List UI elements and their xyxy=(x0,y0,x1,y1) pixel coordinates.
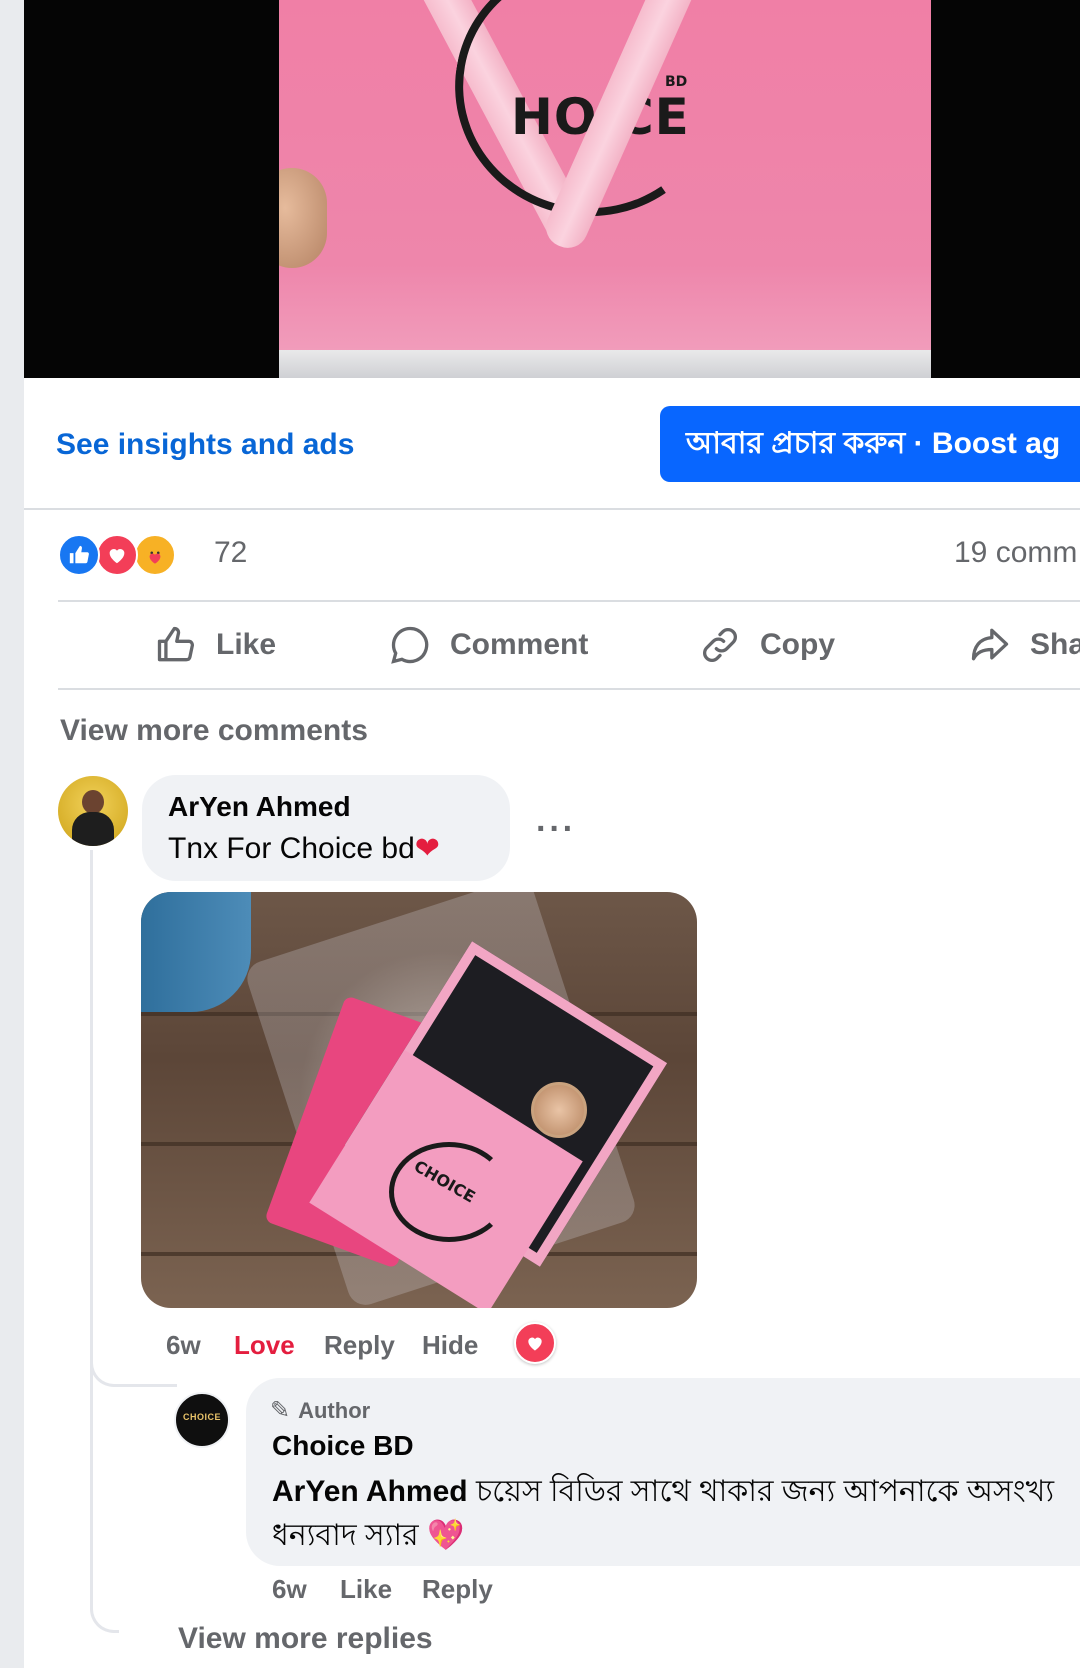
comment-author[interactable]: ArYen Ahmed xyxy=(168,791,351,823)
reply-reply-button[interactable]: Reply xyxy=(422,1574,493,1605)
thread-branch xyxy=(90,1340,177,1387)
thumbs-up-icon xyxy=(157,626,195,662)
like-icon xyxy=(58,534,100,576)
copy-button[interactable]: Copy xyxy=(698,622,835,668)
comment-bubble-icon xyxy=(391,626,429,664)
comment-text-body: Tnx For Choice bd xyxy=(168,832,415,865)
reactions-summary[interactable]: 72 19 comm xyxy=(58,530,1080,580)
reply-text: ArYen Ahmed চয়েস বিডির সাথে থাকার জন্য … xyxy=(272,1470,1062,1558)
finger xyxy=(279,168,327,268)
love-reaction-badge-icon[interactable] xyxy=(514,1322,556,1364)
post-action-bar: Like Comment Copy Share xyxy=(58,600,1080,690)
like-label: Like xyxy=(216,628,277,661)
sparkling-heart-emoji-icon: 💖 xyxy=(426,1519,465,1552)
commenter-avatar[interactable] xyxy=(58,776,128,846)
reply-timestamp[interactable]: 6w xyxy=(272,1574,307,1605)
page-avatar-logo: CHOICE xyxy=(182,1412,221,1422)
post-card: HOICE BD See insights and ads আবার প্রচা… xyxy=(24,0,1080,1668)
thread-line xyxy=(90,850,119,1633)
reaction-icons xyxy=(58,534,178,576)
view-more-replies-link[interactable]: View more replies xyxy=(178,1622,433,1656)
bag-brand-sub: BD xyxy=(665,74,688,90)
boost-again-button[interactable]: আবার প্রচার করুন · Boost ag xyxy=(660,406,1080,482)
comment-bubble[interactable]: ArYen Ahmed Tnx For Choice bd❤ xyxy=(142,775,510,881)
post-video[interactable]: HOICE BD xyxy=(24,0,1080,378)
comment-button[interactable]: Comment xyxy=(388,622,588,668)
pencil-icon: ✎ xyxy=(270,1397,291,1424)
reply-author[interactable]: Choice BD xyxy=(272,1430,414,1462)
comments-count[interactable]: 19 comm xyxy=(954,536,1077,570)
avatar-head xyxy=(82,790,104,814)
see-insights-link[interactable]: See insights and ads xyxy=(56,428,354,462)
link-icon xyxy=(703,628,737,662)
reaction-count: 72 xyxy=(214,536,248,569)
share-arrow-icon xyxy=(971,628,1009,661)
watch xyxy=(531,1082,587,1138)
heart-emoji-icon: ❤ xyxy=(414,832,440,865)
insights-row: See insights and ads আবার প্রচার করুন · … xyxy=(24,378,1080,510)
comment-attached-photo[interactable]: CHOICE xyxy=(141,892,697,1308)
comment-hide-button[interactable]: Hide xyxy=(422,1330,478,1361)
reply-mention[interactable]: ArYen Ahmed xyxy=(272,1475,468,1508)
gift-bag-photo: HOICE BD xyxy=(279,0,931,378)
comment-text: Tnx For Choice bd❤ xyxy=(168,831,440,866)
page-avatar[interactable]: CHOICE xyxy=(174,1392,230,1448)
author-badge-label: Author xyxy=(298,1397,371,1423)
view-more-comments-link[interactable]: View more comments xyxy=(60,714,368,748)
care-icon xyxy=(134,534,176,576)
comment-more-options-icon[interactable]: ··· xyxy=(536,810,576,849)
like-button[interactable]: Like xyxy=(154,622,276,668)
author-badge: ✎ Author xyxy=(270,1396,370,1425)
reply-like-button[interactable]: Like xyxy=(340,1574,392,1605)
copy-label: Copy xyxy=(760,628,835,661)
photo-cylinder xyxy=(141,892,251,1012)
comment-love-button[interactable]: Love xyxy=(234,1330,295,1361)
love-icon xyxy=(96,534,138,576)
floor xyxy=(279,350,931,378)
share-button[interactable]: Share xyxy=(968,622,1080,668)
comment-label: Comment xyxy=(450,628,589,661)
comment-reply-button[interactable]: Reply xyxy=(324,1330,395,1361)
comment-timestamp[interactable]: 6w xyxy=(166,1330,201,1361)
share-label: Share xyxy=(1030,628,1080,661)
reply-bubble[interactable]: ✎ Author Choice BD ArYen Ahmed চয়েস বিড… xyxy=(246,1378,1080,1566)
avatar-body xyxy=(72,812,114,846)
